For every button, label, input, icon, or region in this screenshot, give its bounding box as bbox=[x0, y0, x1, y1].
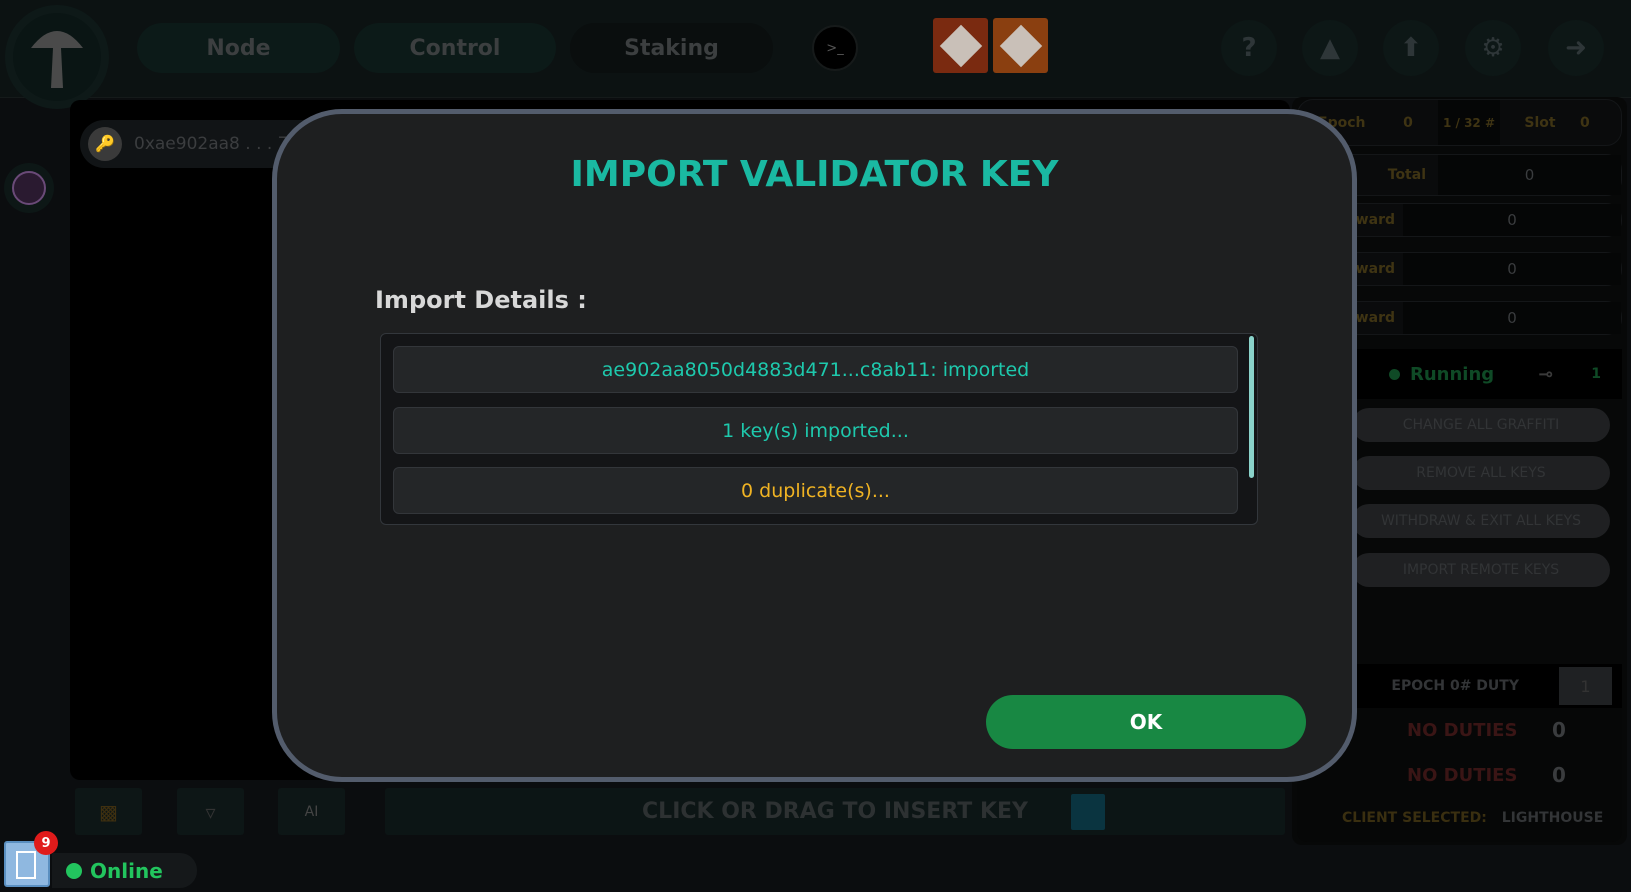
checklist-icon bbox=[16, 851, 36, 879]
withdraw-exit-all-keys-button[interactable]: WITHDRAW & EXIT ALL KEYS bbox=[1352, 504, 1610, 538]
online-label: Online bbox=[90, 858, 163, 883]
duplicate-summary-item: 0 duplicate(s)... bbox=[393, 467, 1238, 514]
grafana-icon[interactable] bbox=[993, 18, 1048, 73]
filter-button[interactable]: ▿ bbox=[177, 788, 244, 835]
online-status: Online bbox=[52, 853, 197, 888]
app-logo[interactable] bbox=[5, 5, 109, 109]
key-address: 0xae902aa8 . . . 75 bbox=[134, 134, 300, 154]
mushroom-icon bbox=[31, 31, 83, 88]
import-validator-key-dialog: IMPORT VALIDATOR KEY Import Details : ae… bbox=[272, 109, 1357, 782]
tab-control[interactable]: Control bbox=[354, 23, 556, 73]
import-remote-keys-button[interactable]: IMPORT REMOTE KEYS bbox=[1352, 553, 1610, 587]
notification-badge: 9 bbox=[34, 831, 58, 855]
import-summary-item: 1 key(s) imported... bbox=[393, 407, 1238, 454]
notifications-button[interactable]: 9 bbox=[4, 831, 58, 887]
filter-icon: ▿ bbox=[205, 799, 216, 824]
duty-status: NO DUTIES bbox=[1407, 720, 1518, 741]
client-label: CLIENT SELECTED: bbox=[1342, 810, 1487, 826]
status-dot bbox=[1389, 368, 1400, 380]
help-icon[interactable]: ? bbox=[1221, 20, 1277, 76]
import-details-label: Import Details : bbox=[375, 286, 587, 314]
duty-status: NO DUTIES bbox=[1407, 765, 1518, 786]
ok-button[interactable]: OK bbox=[986, 695, 1306, 749]
import-details-list[interactable]: ae902aa8050d4883d471...c8ab11: imported … bbox=[380, 333, 1258, 525]
megaphone-icon[interactable]: ▲ bbox=[1302, 20, 1358, 76]
change-all-graffiti-button[interactable]: CHANGE ALL GRAFFITI bbox=[1352, 408, 1610, 442]
folder-icon: ▩ bbox=[99, 799, 118, 824]
online-dot bbox=[66, 862, 82, 879]
duty-count: 0 bbox=[1552, 718, 1566, 742]
upload-arrow-icon[interactable]: ⬆ bbox=[1383, 20, 1439, 76]
duty-epoch-input[interactable]: 1 bbox=[1559, 667, 1612, 705]
tab-node[interactable]: Node bbox=[137, 23, 340, 73]
prometheus-icon[interactable] bbox=[933, 18, 988, 73]
duty-title: EPOCH 0# DUTY bbox=[1391, 678, 1519, 694]
dialog-title: IMPORT VALIDATOR KEY bbox=[570, 154, 1059, 195]
list-scrollbar[interactable] bbox=[1249, 336, 1254, 478]
import-result-item: ae902aa8050d4883d471...c8ab11: imported bbox=[393, 346, 1238, 393]
logout-icon[interactable]: ➜ bbox=[1548, 20, 1604, 76]
folder-button[interactable]: ▩ bbox=[75, 788, 142, 835]
tab-staking[interactable]: Staking bbox=[570, 23, 773, 73]
insert-key-dropzone[interactable]: CLICK OR DRAG TO INSERT KEY bbox=[385, 788, 1285, 835]
key-icon: ⊸ bbox=[1538, 363, 1554, 385]
ai-eye-icon: AI bbox=[304, 803, 319, 820]
client-value: LIGHTHOUSE bbox=[1501, 810, 1604, 826]
ai-button[interactable]: AI bbox=[278, 788, 345, 835]
key-icon: 🔑 bbox=[88, 127, 122, 161]
status-text: Running bbox=[1410, 363, 1495, 385]
epoch-row: Epoch 0 1 / 32 # Slot 0 bbox=[1297, 99, 1622, 146]
side-plugin-icon[interactable] bbox=[4, 163, 54, 213]
terminal-icon[interactable]: >_ bbox=[812, 25, 858, 71]
key-insert-icon bbox=[1071, 793, 1105, 830]
key-count: 1 bbox=[1591, 366, 1602, 382]
duty-count: 0 bbox=[1552, 763, 1566, 787]
insert-key-label: CLICK OR DRAG TO INSERT KEY bbox=[642, 799, 1028, 824]
gear-icon[interactable]: ⚙ bbox=[1465, 20, 1521, 76]
remove-all-keys-button[interactable]: REMOVE ALL KEYS bbox=[1352, 456, 1610, 490]
